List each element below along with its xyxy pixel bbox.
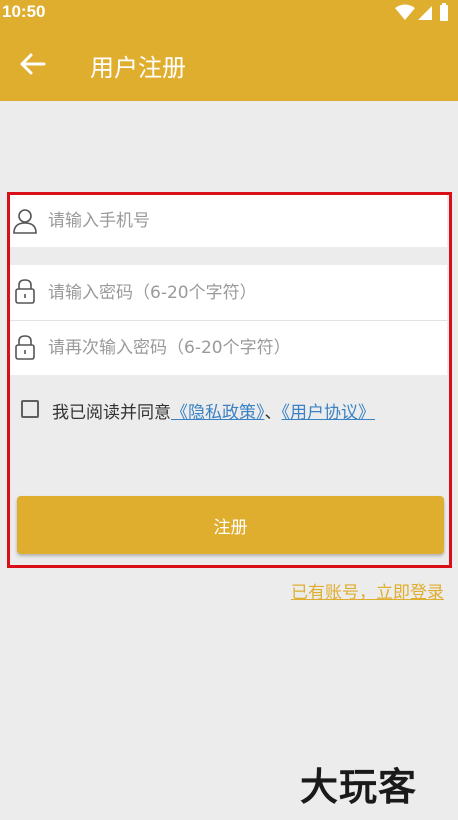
battery-icon [440, 5, 448, 21]
login-link[interactable]: 已有账号，立即登录 [291, 578, 444, 603]
watermark-logo: 大玩客 [300, 765, 418, 809]
back-button[interactable] [12, 46, 52, 82]
arrow-left-icon [20, 53, 46, 75]
highlight-frame [7, 192, 452, 568]
signal-icon [418, 6, 432, 20]
status-bar: 10:50 [0, 0, 458, 26]
wifi-icon [395, 4, 415, 20]
status-icons [394, 3, 452, 23]
status-time: 10:50 [2, 2, 46, 21]
page-title: 用户注册 [90, 54, 186, 82]
app-bar: 用户注册 [0, 26, 458, 101]
